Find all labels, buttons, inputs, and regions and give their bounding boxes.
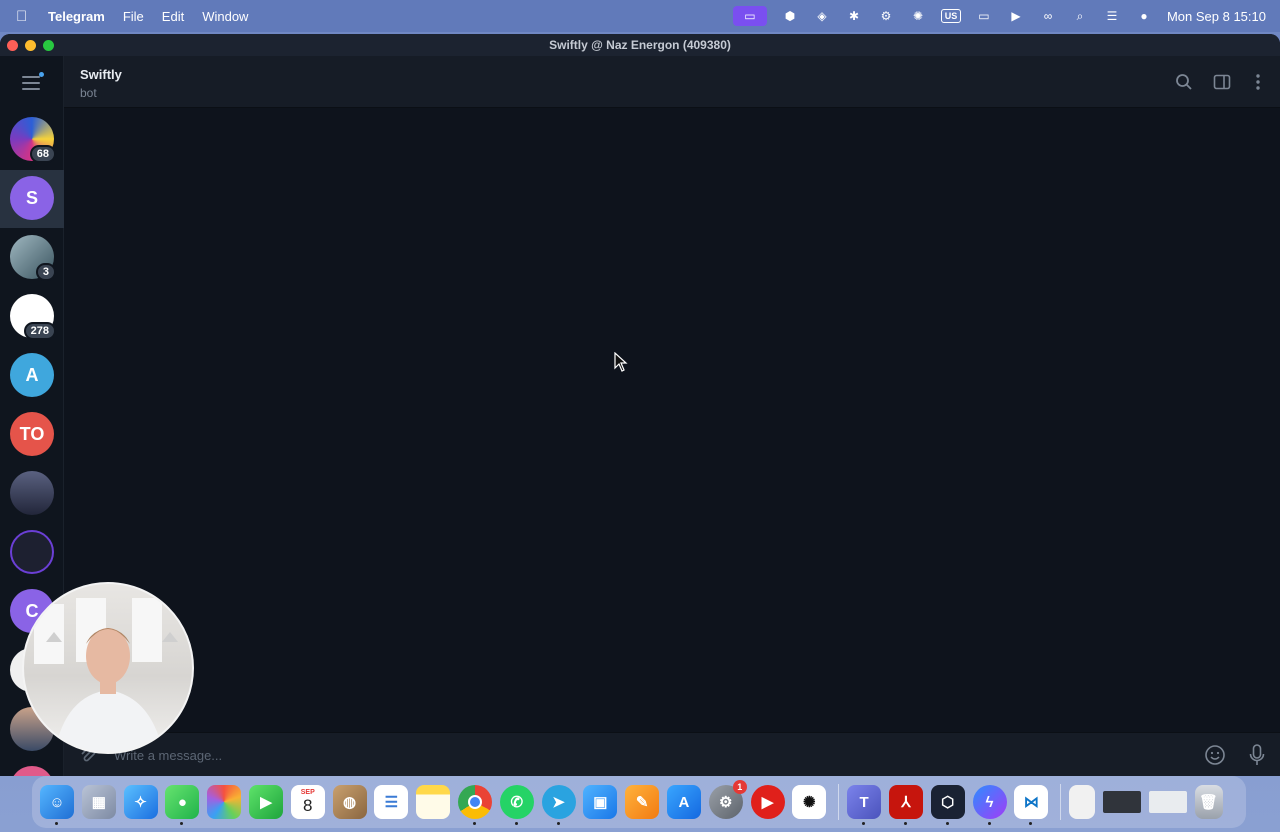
acrobat-icon[interactable]: ⅄ bbox=[888, 785, 923, 825]
chat-avatar-swiftly[interactable]: S bbox=[10, 176, 54, 220]
chat-avatar-12[interactable] bbox=[10, 766, 54, 776]
calendar-icon[interactable]: SEP 8 bbox=[290, 785, 325, 819]
menu-window[interactable]: Window bbox=[202, 9, 248, 24]
message-area[interactable] bbox=[64, 108, 1280, 732]
gear-status-icon[interactable]: ⚙ bbox=[877, 8, 895, 24]
window-titlebar: Swiftly @ Naz Energon (409380) bbox=[0, 34, 1280, 56]
youtube-music-icon[interactable]: ▶ bbox=[750, 785, 785, 819]
photos-icon[interactable] bbox=[207, 785, 242, 819]
menu-clock[interactable]: Mon Sep 8 15:10 bbox=[1167, 9, 1266, 24]
chat-avatar-1[interactable]: 68 bbox=[10, 117, 56, 163]
messages-icon[interactable]: ● bbox=[165, 785, 200, 825]
screen-share-icon[interactable]: ▭ bbox=[732, 6, 767, 26]
menu-bar:  Telegram File Edit Window ▭ ⬢ ◈ ✱ ⚙ ✺ … bbox=[0, 0, 1280, 32]
dock-separator bbox=[1060, 784, 1062, 820]
chat-header: Swiftly bot bbox=[64, 56, 1280, 108]
teams-status-icon[interactable]: ◈ bbox=[813, 8, 831, 24]
calendar-day: 8 bbox=[303, 796, 313, 815]
bug-icon[interactable]: ✱ bbox=[845, 8, 863, 24]
browser-thumbnail-icon[interactable] bbox=[1148, 791, 1187, 813]
keynote-icon[interactable]: ▣ bbox=[583, 785, 618, 819]
hexagon-app-icon[interactable]: ⬢ bbox=[781, 8, 799, 24]
chat-avatar-3[interactable]: 3 bbox=[10, 235, 56, 281]
macos-dock: ☺ ▦ ✧ ● ▶ SEP 8 ◍ ☰ ✆ ➤ ▣ ✎ A ⚙ 1 ▶ ✺ T … bbox=[32, 776, 1246, 828]
emoji-icon[interactable] bbox=[1204, 744, 1226, 766]
chrome-icon[interactable] bbox=[457, 785, 492, 825]
dock-separator bbox=[838, 784, 840, 820]
vscode-icon[interactable]: ⋈ bbox=[1014, 785, 1049, 825]
teams-icon[interactable]: T bbox=[847, 785, 882, 825]
document-thumbnail-icon[interactable] bbox=[1069, 785, 1096, 819]
system-settings-icon[interactable]: ⚙ 1 bbox=[708, 780, 747, 819]
safari-icon[interactable]: ✧ bbox=[123, 785, 158, 819]
webcam-overlay bbox=[22, 582, 194, 754]
avatar-initials: S bbox=[25, 187, 38, 208]
play-icon[interactable]: ▶ bbox=[1007, 8, 1025, 24]
more-options-icon[interactable] bbox=[1248, 72, 1268, 92]
search-icon[interactable] bbox=[1174, 72, 1194, 92]
window-title: Swiftly @ Naz Energon (409380) bbox=[549, 38, 731, 52]
telegram-icon[interactable]: ➤ bbox=[541, 785, 576, 825]
facetime-icon[interactable]: ▶ bbox=[248, 785, 283, 819]
notes-icon[interactable] bbox=[416, 785, 451, 819]
app-store-icon[interactable]: A bbox=[666, 785, 701, 819]
control-center-icon[interactable]: ☰ bbox=[1103, 8, 1121, 24]
chat-avatar-web-summit[interactable]: 278 bbox=[10, 294, 56, 340]
finder-icon[interactable]: ☺ bbox=[40, 785, 74, 825]
hamburger-menu-icon[interactable] bbox=[22, 72, 44, 90]
sidebar-toggle-icon[interactable] bbox=[1212, 72, 1232, 92]
battery-icon[interactable]: ▭ bbox=[975, 8, 993, 24]
link-icon[interactable]: ∞ bbox=[1039, 8, 1057, 24]
chat-avatar-a[interactable]: A bbox=[10, 353, 54, 397]
message-composer bbox=[64, 732, 1280, 776]
unread-badge: 278 bbox=[23, 322, 56, 340]
microphone-icon[interactable] bbox=[1248, 743, 1266, 767]
siri-icon[interactable]: ● bbox=[1135, 8, 1153, 24]
unread-badge: 68 bbox=[29, 145, 56, 163]
trash-icon[interactable]: 🗑 bbox=[1194, 785, 1223, 819]
openai-status-icon[interactable]: ✺ bbox=[909, 8, 927, 24]
menu-app-telegram[interactable]: Telegram bbox=[48, 9, 105, 24]
messenger-icon[interactable]: ϟ bbox=[972, 785, 1007, 825]
chat-avatar-8[interactable] bbox=[10, 530, 54, 574]
apple-logo-icon[interactable]:  bbox=[16, 8, 34, 25]
reminders-icon[interactable]: ☰ bbox=[374, 785, 409, 819]
window-thumbnail-icon[interactable] bbox=[1102, 791, 1141, 813]
chat-avatar-7[interactable] bbox=[10, 471, 54, 515]
message-input[interactable] bbox=[114, 743, 1114, 767]
pages-icon[interactable]: ✎ bbox=[625, 785, 660, 819]
presenter-video-icon bbox=[34, 598, 178, 752]
status-area: ▭ ⬢ ◈ ✱ ⚙ ✺ US ▭ ▶ ∞ ⌕ ☰ ● Mon Sep 8 15:… bbox=[732, 0, 1266, 32]
mouse-cursor-icon bbox=[614, 352, 628, 372]
menu-file[interactable]: File bbox=[123, 9, 144, 24]
search-icon[interactable]: ⌕ bbox=[1071, 8, 1089, 24]
cursor-app-icon[interactable]: ⬡ bbox=[930, 785, 965, 825]
keyboard-layout-indicator[interactable]: US bbox=[940, 9, 961, 23]
whatsapp-icon[interactable]: ✆ bbox=[499, 785, 534, 825]
chat-avatar-to[interactable]: TO bbox=[10, 412, 54, 456]
notification-badge: 1 bbox=[732, 780, 747, 794]
menu-edit[interactable]: Edit bbox=[162, 9, 184, 24]
avatar-initials: A bbox=[25, 364, 39, 385]
contacts-icon[interactable]: ◍ bbox=[332, 785, 367, 819]
unread-badge: 3 bbox=[35, 263, 56, 281]
avatar-initials: TO bbox=[19, 423, 45, 444]
chatgpt-icon[interactable]: ✺ bbox=[792, 785, 827, 819]
launchpad-icon[interactable]: ▦ bbox=[81, 785, 116, 819]
chat-status: bot bbox=[80, 86, 97, 100]
chat-title[interactable]: Swiftly bbox=[80, 67, 122, 82]
